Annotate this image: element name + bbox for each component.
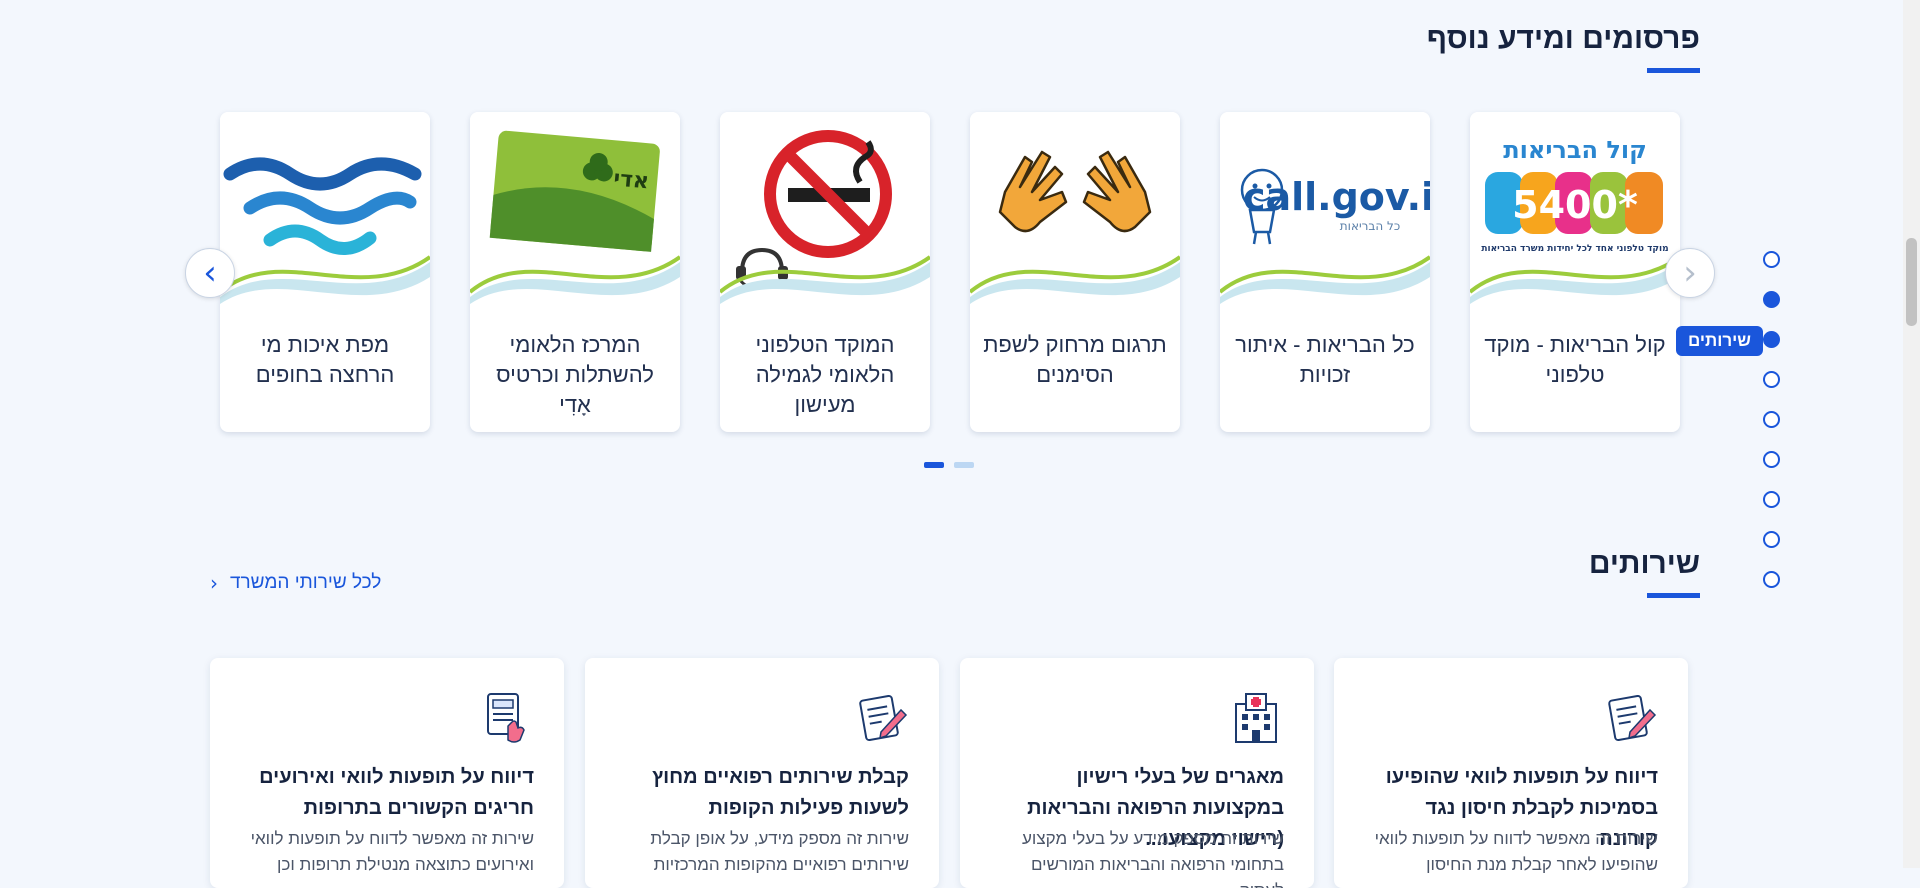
service-card-description: שירות זה מאפשר לדווח על תופעות לוואי ואי…: [250, 829, 534, 874]
section-nav-dot[interactable]: [1763, 491, 1780, 508]
section-nav-dot[interactable]: [1763, 531, 1780, 548]
publications-carousel: קול הבריאות *5400 מוקד טלפוני אחד לכל יח…: [218, 112, 1681, 434]
publications-title-underline: [1647, 68, 1700, 73]
publication-card-kol-habriut[interactable]: קול הבריאות *5400 מוקד טלפוני אחד לכל יח…: [1470, 112, 1680, 432]
service-card-description: שירות זה מספק מידע, על אופן קבלת שירותים…: [650, 829, 909, 874]
service-card-title: קבלת שירותים רפואיים מחוץ לשעות פעילות ה…: [652, 766, 909, 819]
publication-card-adi[interactable]: אדי המרכז הלאומי להשתלות וכרטיס אָדִי: [470, 112, 680, 432]
publication-card-title: קול הבריאות - מוקד טלפוני: [1484, 332, 1666, 387]
service-card[interactable]: מאגרים של בעלי רישיון במקצועות הרפואה וה…: [960, 658, 1314, 888]
carousel-pager-dot[interactable]: [954, 462, 974, 468]
publication-card-title: כל הבריאות - איתור זכויות: [1235, 332, 1415, 387]
section-nav-dot[interactable]: [1763, 411, 1780, 428]
section-nav-dot[interactable]: [1763, 251, 1780, 268]
section-nav-dot[interactable]: [1763, 451, 1780, 468]
call-gov-il-logo-text: call.gov.il: [1243, 175, 1430, 219]
services-title: שירותים: [1588, 547, 1700, 580]
service-card[interactable]: דיווח על תופעות לוואי ואירועים חריגים הק…: [210, 658, 564, 888]
section-nav-dot[interactable]: [1763, 371, 1780, 388]
section-nav-dot[interactable]: [1763, 571, 1780, 588]
publication-card-sign-language[interactable]: תרגום מרחוק לשפת הסימנים: [970, 112, 1180, 432]
kol-habriut-logo-number: *5400: [1512, 183, 1638, 227]
hospital-building-icon: [1228, 690, 1284, 746]
form-hand-icon: [478, 690, 534, 746]
document-pen-icon: [853, 690, 909, 746]
section-nav-tooltip: שירותים: [1676, 326, 1763, 356]
service-card-title: דיווח על תופעות לוואי ואירועים חריגים הק…: [259, 766, 534, 819]
sign-language-hands-icon: [970, 112, 1180, 317]
section-nav-dot[interactable]: [1763, 291, 1780, 308]
service-card-description: שירות זה מספק מידע על בעלי מקצוע בתחומי …: [1022, 829, 1284, 888]
kol-habriut-logo-text: קול הבריאות: [1503, 136, 1647, 164]
publication-card-title: המוקד הטלפוני הלאומי לגמילה מעישון: [755, 332, 895, 417]
publications-title: פרסומים ומידע נוסף: [1426, 22, 1700, 55]
all-services-link[interactable]: לכל שירותי המשרד ‹: [210, 571, 381, 595]
all-services-link-label: לכל שירותי המשרד: [230, 572, 382, 593]
publication-card-quit-smoking[interactable]: המוקד הטלפוני הלאומי לגמילה מעישון: [720, 112, 930, 432]
carousel-pager: [924, 462, 974, 468]
services-title-underline: [1647, 593, 1700, 598]
section-nav-dot-active[interactable]: [1763, 331, 1780, 348]
publication-card-beach-water[interactable]: מפת איכות מי הרחצה בחופים: [220, 112, 430, 432]
sea-waves-icon: [220, 112, 430, 317]
adi-card-image: אדי: [470, 112, 680, 317]
publication-card-call-gov-il[interactable]: call.gov.il כל הבריאות כל הבריאות - איתו…: [1220, 112, 1430, 432]
publication-card-title: מפת איכות מי הרחצה בחופים: [255, 332, 395, 387]
kol-habriut-logo-caption: מוקד טלפוני אחד לכל יחידות משרד הבריאות: [1481, 244, 1668, 254]
publication-card-title: המרכז הלאומי להשתלות וכרטיס אָדִי: [496, 332, 654, 417]
service-card[interactable]: קבלת שירותים רפואיים מחוץ לשעות פעילות ה…: [585, 658, 939, 888]
call-gov-il-logo: call.gov.il כל הבריאות: [1220, 112, 1430, 317]
adi-card-name: אדי: [612, 166, 649, 194]
document-pen-icon: [1602, 690, 1658, 746]
no-smoking-headset-icon: [720, 112, 930, 317]
carousel-pager-dot-active[interactable]: [924, 462, 944, 468]
service-card-description: שירות זה מאפשר לדווח על תופעות לוואי שהו…: [1374, 829, 1658, 874]
scrollbar-thumb[interactable]: [1906, 238, 1917, 326]
carousel-next-button[interactable]: ›: [185, 248, 235, 298]
page-scrollbar[interactable]: [1903, 0, 1920, 868]
carousel-prev-button[interactable]: ‹: [1665, 248, 1715, 298]
publication-card-title: תרגום מרחוק לשפת הסימנים: [983, 332, 1167, 387]
service-card[interactable]: דיווח על תופעות לוואי שהופיעו בסמיכות לק…: [1334, 658, 1688, 888]
call-gov-il-logo-caption: כל הבריאות: [1340, 219, 1400, 233]
kol-habriut-5400-logo: קול הבריאות *5400 מוקד טלפוני אחד לכל יח…: [1470, 112, 1680, 317]
chevron-left-icon: ‹: [210, 571, 218, 595]
